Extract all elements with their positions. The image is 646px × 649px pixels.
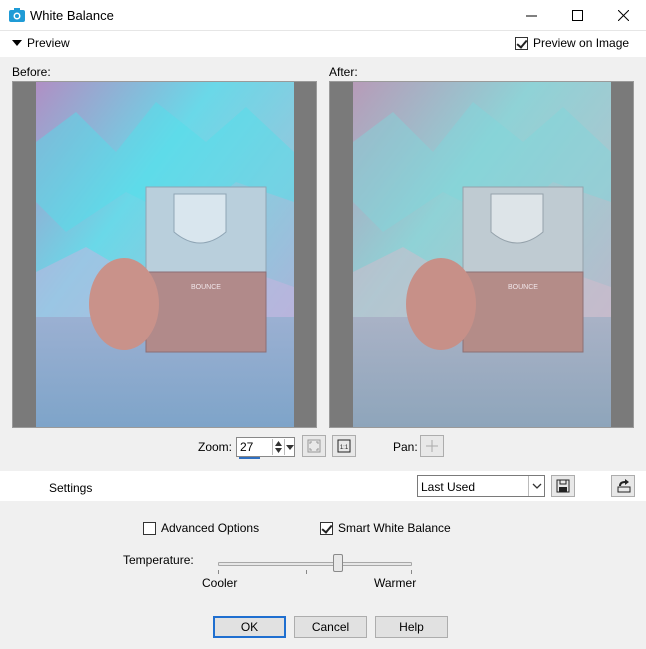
cancel-button[interactable]: Cancel: [294, 616, 367, 638]
smart-white-balance-label: Smart White Balance: [338, 521, 451, 535]
reset-button[interactable]: [611, 475, 635, 497]
smart-white-balance-check[interactable]: [320, 521, 333, 535]
preview-toggle[interactable]: Preview: [12, 36, 70, 50]
after-preview-pane[interactable]: BOUNCE: [329, 81, 634, 428]
preset-select[interactable]: Last Used: [417, 475, 545, 497]
temperature-label: Temperature:: [123, 553, 194, 567]
actual-size-button[interactable]: 1:1: [332, 435, 356, 457]
temperature-slider-thumb[interactable]: [333, 554, 344, 572]
slider-tick: [306, 570, 307, 574]
minimize-button[interactable]: [508, 0, 554, 31]
preview-toggle-label: Preview: [27, 36, 70, 50]
svg-text:1:1: 1:1: [340, 445, 349, 451]
save-icon: [556, 479, 570, 493]
preset-value: Last Used: [421, 480, 476, 494]
chevron-down-icon: [286, 445, 294, 450]
pan-icon: [426, 440, 438, 452]
chevron-down-icon: [12, 40, 22, 46]
before-photo: BOUNCE: [36, 82, 294, 427]
pan-button[interactable]: [420, 435, 444, 457]
zoom-label: Zoom:: [198, 440, 233, 454]
pan-label: Pan:: [393, 440, 418, 454]
slider-tick: [411, 570, 412, 574]
settings-bar: Settings: [0, 471, 646, 501]
zoom-dropdown-arrow[interactable]: [284, 439, 294, 455]
preview-on-image-checkbox[interactable]: Preview on Image: [515, 36, 629, 50]
preview-header: Preview Preview on Image: [0, 31, 646, 57]
reset-icon: [617, 479, 631, 493]
preset-dropdown-arrow[interactable]: [528, 476, 544, 496]
preview-on-image-label: Preview on Image: [533, 36, 630, 50]
zoom-spin-arrows[interactable]: [272, 439, 283, 455]
actual-size-icon: 1:1: [337, 439, 351, 453]
minimize-icon: [525, 15, 537, 17]
advanced-options-checkbox[interactable]: Advanced Options: [143, 521, 259, 535]
camera-icon: [9, 8, 25, 22]
title-bar: White Balance: [0, 0, 646, 31]
maximize-icon: [571, 10, 583, 21]
ok-button[interactable]: OK: [213, 616, 286, 638]
spin-up-down-icon: [275, 441, 282, 453]
settings-label: Settings: [49, 481, 93, 495]
zoom-focus-underline: [239, 457, 260, 459]
smart-white-balance-checkbox[interactable]: Smart White Balance: [320, 521, 451, 535]
maximize-button[interactable]: [554, 0, 600, 31]
window-title: White Balance: [30, 8, 114, 23]
before-preview-pane[interactable]: BOUNCE: [12, 81, 317, 428]
zoom-spinbox[interactable]: [236, 437, 295, 459]
fit-zoom-icon: [307, 439, 321, 453]
preview-on-image-check[interactable]: [515, 36, 528, 50]
chevron-down-icon: [532, 483, 541, 489]
help-button[interactable]: Help: [375, 616, 448, 638]
close-icon: [617, 10, 629, 21]
before-product-brand: BOUNCE: [191, 284, 221, 291]
close-button[interactable]: [600, 0, 646, 31]
temperature-min-label: Cooler: [202, 576, 238, 590]
after-photo: BOUNCE: [353, 82, 611, 427]
advanced-options-check[interactable]: [143, 521, 156, 535]
after-product-brand: BOUNCE: [508, 284, 538, 291]
advanced-options-label: Advanced Options: [161, 521, 260, 535]
save-preset-button[interactable]: [551, 475, 575, 497]
after-label: After:: [329, 65, 358, 79]
temperature-max-label: Warmer: [374, 576, 417, 590]
slider-tick: [218, 570, 219, 574]
before-label: Before:: [12, 65, 51, 79]
temperature-slider-track[interactable]: [218, 562, 412, 566]
zoom-input[interactable]: [240, 439, 270, 455]
fit-zoom-button[interactable]: [302, 435, 326, 457]
